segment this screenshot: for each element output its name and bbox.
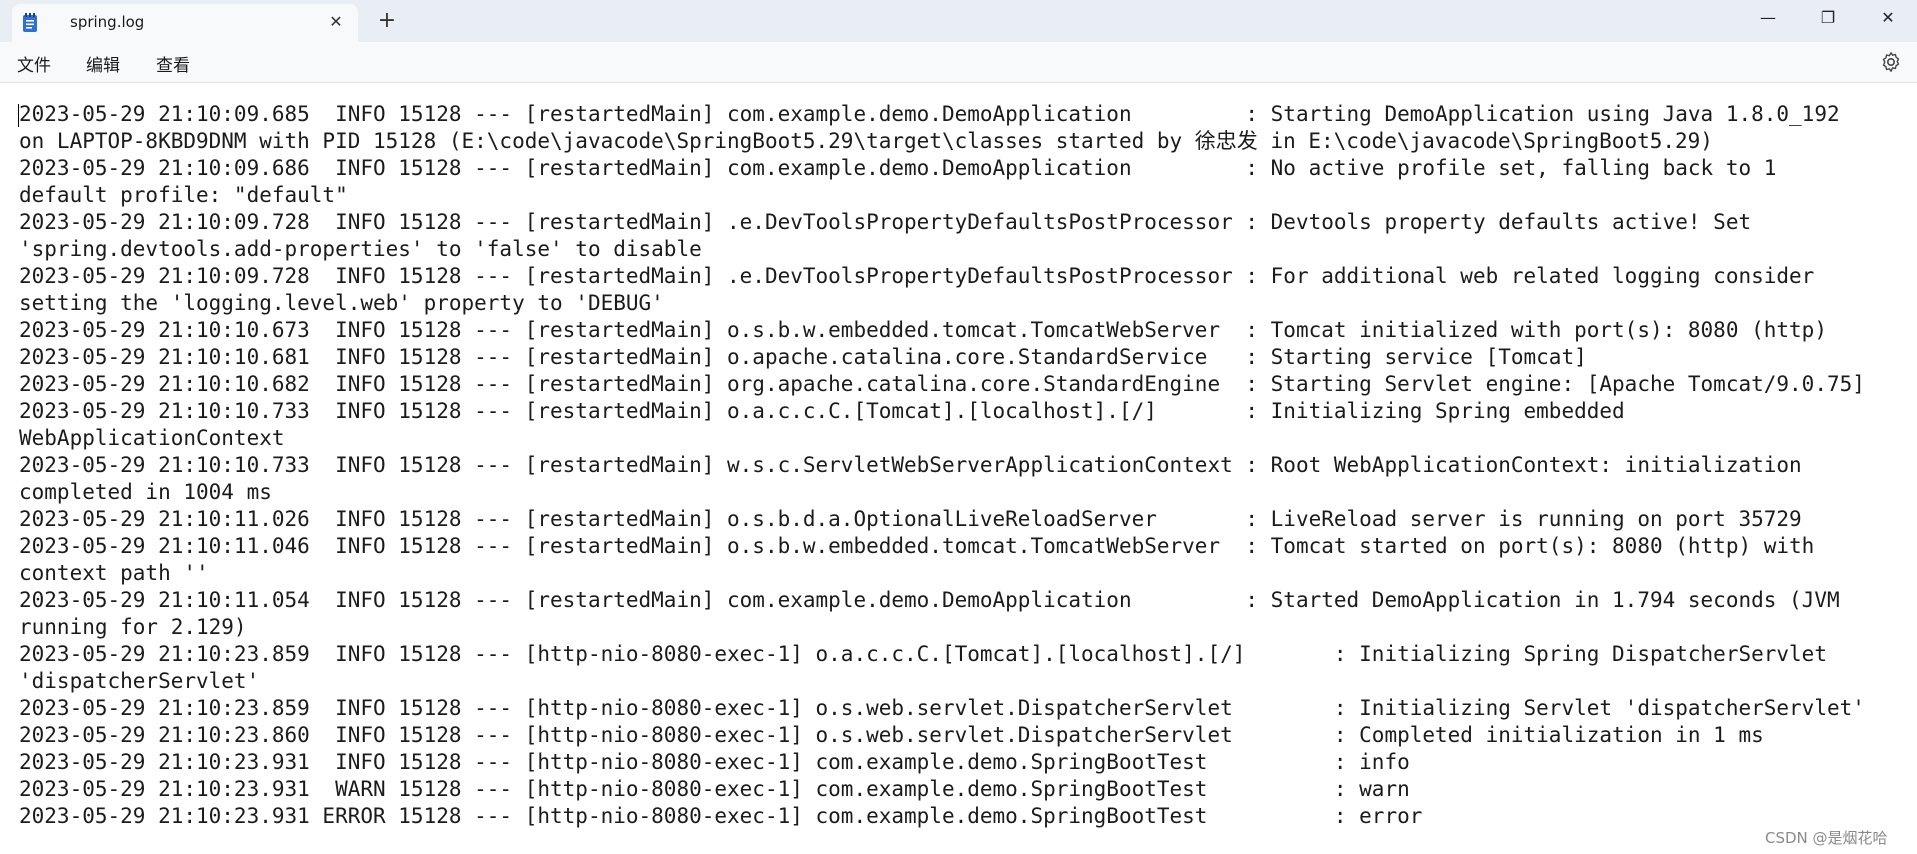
watermark: CSDN @是烟花哈 [1765,829,1888,847]
log-line: 2023-05-29 21:10:09.728 INFO 15128 --- [… [19,264,1815,288]
tab-title: spring.log [70,13,145,31]
menu-view[interactable]: 查看 [156,51,190,76]
log-line: 2023-05-29 21:10:10.673 INFO 15128 --- [… [19,318,1827,342]
log-line: 2023-05-29 21:10:09.685 INFO 15128 --- [… [19,102,1840,126]
log-line: 2023-05-29 21:10:23.931 INFO 15128 --- [… [19,750,1410,774]
notepad-icon [23,13,37,32]
log-line: 2023-05-29 21:10:23.859 INFO 15128 --- [… [19,696,1865,720]
log-line: 'spring.devtools.add-properties' to 'fal… [19,237,702,261]
text-editor[interactable]: 2023-05-29 21:10:09.685 INFO 15128 --- [… [0,83,1917,854]
log-line: 2023-05-29 21:10:10.682 INFO 15128 --- [… [19,372,1865,396]
log-line: 2023-05-29 21:10:23.931 WARN 15128 --- [… [19,777,1410,801]
log-line: 2023-05-29 21:10:10.681 INFO 15128 --- [… [19,345,1587,369]
close-window-button[interactable]: ✕ [1858,0,1917,36]
log-line: default profile: "default" [19,183,348,207]
new-tab-button[interactable]: + [374,8,400,34]
minimize-button[interactable]: — [1738,0,1798,36]
log-line: 2023-05-29 21:10:09.686 INFO 15128 --- [… [19,156,1777,180]
log-line: setting the 'logging.level.web' property… [19,291,664,315]
menu-file[interactable]: 文件 [17,51,51,76]
log-line: 2023-05-29 21:10:11.054 INFO 15128 --- [… [19,588,1840,612]
log-line: 2023-05-29 21:10:11.046 INFO 15128 --- [… [19,534,1815,558]
log-line: context path '' [19,561,209,585]
log-line: 2023-05-29 21:10:10.733 INFO 15128 --- [… [19,399,1625,423]
gear-icon[interactable] [1879,50,1903,74]
log-line: on LAPTOP-8KBD9DNM with PID 15128 (E:\co… [19,129,1713,153]
log-line: 2023-05-29 21:10:09.728 INFO 15128 --- [… [19,210,1752,234]
log-line: 2023-05-29 21:10:11.026 INFO 15128 --- [… [19,507,1802,531]
log-line: WebApplicationContext [19,426,285,450]
menu-edit[interactable]: 编辑 [86,51,120,76]
log-line: 'dispatcherServlet' [19,669,260,693]
log-line: 2023-05-29 21:10:10.733 INFO 15128 --- [… [19,453,1802,477]
log-line: 2023-05-29 21:10:23.859 INFO 15128 --- [… [19,642,1827,666]
log-line: running for 2.129) [19,615,247,639]
title-bar: spring.log ✕ + — ❐ ✕ [0,0,1917,42]
log-content: 2023-05-29 21:10:09.685 INFO 15128 --- [… [19,101,1917,830]
log-line: 2023-05-29 21:10:23.860 INFO 15128 --- [… [19,723,1764,747]
maximize-button[interactable]: ❐ [1798,0,1858,36]
menu-bar: 文件 编辑 查看 [0,42,1917,83]
close-tab-icon[interactable]: ✕ [323,9,349,35]
log-line: completed in 1004 ms [19,480,272,504]
log-line: 2023-05-29 21:10:23.931 ERROR 15128 --- … [19,804,1423,828]
tab-spring-log[interactable]: spring.log ✕ [12,4,358,42]
